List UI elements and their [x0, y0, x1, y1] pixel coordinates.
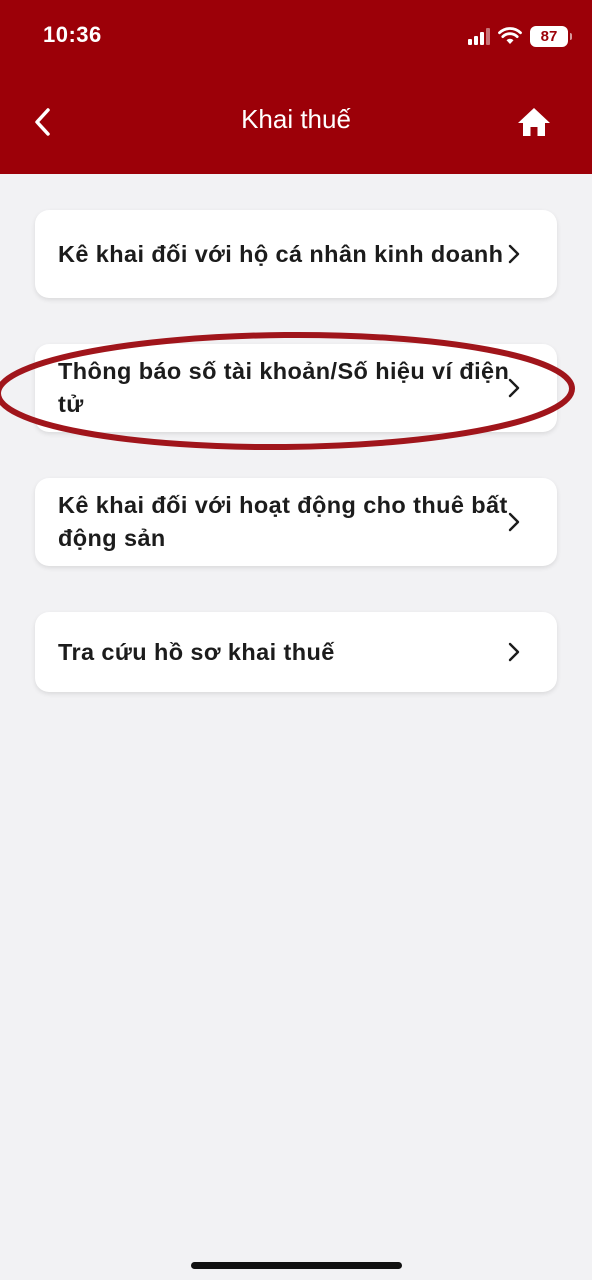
- menu-item-household-business[interactable]: Kê khai đối với hộ cá nhân kinh doanh: [35, 210, 557, 298]
- menu-item-lookup-records[interactable]: Tra cứu hồ sơ khai thuế: [35, 612, 557, 692]
- signal-icon: [468, 27, 490, 45]
- app-header: 10:36 87 Khai thuế: [0, 0, 592, 174]
- home-indicator[interactable]: [191, 1262, 402, 1269]
- chevron-right-icon: [508, 378, 520, 398]
- status-icons: 87: [468, 24, 572, 48]
- menu-item-label: Kê khai đối với hộ cá nhân kinh doanh: [58, 240, 504, 267]
- menu-item-real-estate-rental[interactable]: Kê khai đối với hoạt động cho thuê bất đ…: [35, 478, 557, 566]
- home-icon: [518, 108, 550, 136]
- home-button[interactable]: [514, 102, 554, 142]
- menu-item-label: Kê khai đối với hoạt động cho thuê bất đ…: [58, 492, 508, 551]
- wifi-icon: [498, 27, 522, 44]
- status-time: 10:36: [43, 22, 102, 47]
- page-title: Khai thuế: [241, 104, 351, 134]
- battery-icon: 87: [530, 25, 572, 47]
- chevron-right-icon: [508, 244, 520, 264]
- chevron-right-icon: [508, 642, 520, 662]
- menu-item-account-notification[interactable]: Thông báo số tài khoản/Số hiệu ví điện t…: [35, 344, 557, 432]
- chevron-right-icon: [508, 512, 520, 532]
- battery-level: 87: [540, 27, 558, 45]
- menu-item-label: Tra cứu hồ sơ khai thuế: [58, 638, 335, 665]
- menu-item-label: Thông báo số tài khoản/Số hiệu ví điện t…: [58, 358, 510, 417]
